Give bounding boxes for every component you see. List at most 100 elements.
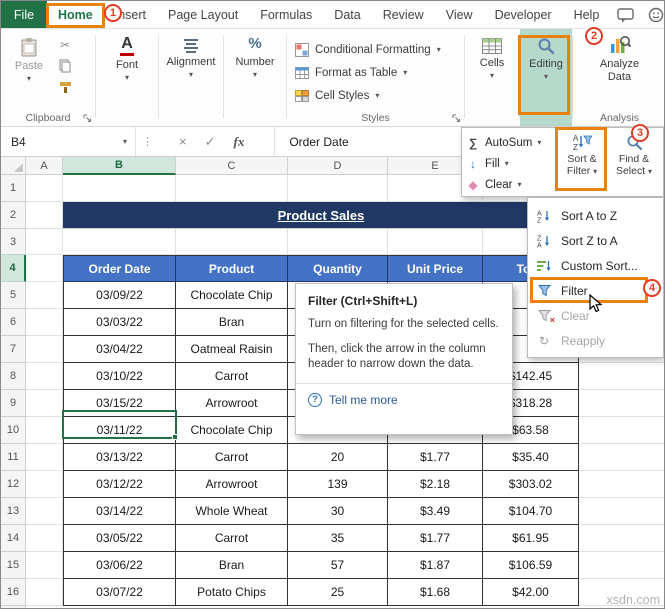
table-cell[interactable]: $3.49	[388, 498, 483, 525]
row-header[interactable]: 4	[1, 255, 26, 282]
conditional-formatting-button[interactable]: Conditional Formatting ▾	[295, 40, 441, 60]
select-all-corner[interactable]	[1, 157, 26, 175]
row-header[interactable]: 14	[1, 525, 26, 552]
table-cell[interactable]	[26, 498, 63, 525]
table-cell[interactable]	[26, 525, 63, 552]
table-cell[interactable]	[288, 175, 388, 202]
table-cell[interactable]: $1.77	[388, 444, 483, 471]
tab-formulas[interactable]: Formulas	[249, 1, 323, 28]
table-cell[interactable]: Chocolate Chip	[176, 417, 288, 444]
name-box[interactable]: B4 ▾	[1, 127, 136, 156]
table-cell[interactable]: 20	[288, 444, 388, 471]
table-cell[interactable]: 03/07/22	[63, 579, 176, 606]
table-cell[interactable]: 03/12/22	[63, 471, 176, 498]
table-cell[interactable]: $1.87	[388, 552, 483, 579]
table-cell[interactable]: Carrot	[176, 363, 288, 390]
table-cell[interactable]	[26, 282, 63, 309]
menu-item-sort-a-to-z[interactable]: AZ Sort A to Z	[528, 203, 663, 228]
table-cell[interactable]	[579, 390, 664, 417]
table-cell[interactable]: 03/06/22	[63, 552, 176, 579]
tab-view[interactable]: View	[435, 1, 484, 28]
table-cell[interactable]	[388, 229, 483, 255]
table-cell[interactable]: Carrot	[176, 444, 288, 471]
styles-dialog-launcher-icon[interactable]	[452, 114, 461, 123]
tell-me-more-link[interactable]: ? Tell me more	[308, 392, 500, 407]
sheet-title[interactable]: Product Sales	[63, 202, 579, 229]
table-cell[interactable]	[63, 175, 176, 202]
tab-review[interactable]: Review	[372, 1, 435, 28]
row-header[interactable]: 15	[1, 552, 26, 579]
column-header-a[interactable]: A	[26, 157, 63, 175]
copy-icon[interactable]	[59, 59, 71, 73]
table-cell[interactable]: Bran	[176, 309, 288, 336]
table-cell[interactable]	[26, 552, 63, 579]
cut-icon[interactable]: ✂	[60, 39, 70, 51]
clipboard-dialog-launcher-icon[interactable]	[83, 114, 92, 123]
font-group-button[interactable]: A Font ▾	[96, 35, 158, 82]
table-cell[interactable]	[26, 471, 63, 498]
tab-developer[interactable]: Developer	[484, 1, 563, 28]
table-cell[interactable]: Oatmeal Raisin	[176, 336, 288, 363]
header-cell-unit-price[interactable]: Unit Price	[388, 255, 483, 282]
table-cell[interactable]: 03/09/22	[63, 282, 176, 309]
row-header[interactable]: 7	[1, 336, 26, 363]
table-cell[interactable]: 139	[288, 471, 388, 498]
table-cell[interactable]	[579, 525, 664, 552]
cancel-icon[interactable]: ×	[179, 134, 187, 149]
row-header[interactable]: 11	[1, 444, 26, 471]
insert-function-icon[interactable]: fx	[234, 134, 245, 150]
table-cell[interactable]	[26, 444, 63, 471]
table-cell[interactable]: $303.02	[483, 471, 579, 498]
clear-button[interactable]: ◆ Clear ▾	[466, 174, 556, 195]
fill-button[interactable]: ↓ Fill ▾	[466, 153, 556, 174]
table-cell[interactable]: Arrowroot	[176, 471, 288, 498]
row-header[interactable]: 3	[1, 229, 26, 255]
table-cell[interactable]: $35.40	[483, 444, 579, 471]
paste-button[interactable]: Paste ▾	[9, 37, 49, 83]
autosum-button[interactable]: ∑ AutoSum ▾	[466, 132, 556, 153]
table-cell[interactable]	[26, 390, 63, 417]
table-cell[interactable]: $106.59	[483, 552, 579, 579]
table-cell[interactable]: Whole Wheat	[176, 498, 288, 525]
table-cell[interactable]: 57	[288, 552, 388, 579]
row-header[interactable]: 16	[1, 579, 26, 606]
table-cell[interactable]: Potato Chips	[176, 579, 288, 606]
table-cell[interactable]	[579, 471, 664, 498]
table-cell[interactable]	[579, 444, 664, 471]
table-cell[interactable]	[579, 363, 664, 390]
column-header-b[interactable]: B	[63, 157, 176, 175]
formula-bar-value[interactable]: Order Date	[274, 127, 349, 156]
row-header[interactable]: 10	[1, 417, 26, 444]
table-cell[interactable]	[579, 498, 664, 525]
table-cell[interactable]: $1.77	[388, 525, 483, 552]
header-cell-order-date[interactable]: Order Date	[63, 255, 176, 282]
table-cell[interactable]: 25	[288, 579, 388, 606]
table-cell[interactable]: 03/04/22	[63, 336, 176, 363]
table-cell[interactable]	[26, 336, 63, 363]
column-header-c[interactable]: C	[176, 157, 288, 175]
header-cell-quantity[interactable]: Quantity	[288, 255, 388, 282]
table-cell[interactable]: 03/11/22	[63, 417, 176, 444]
table-cell[interactable]: 35	[288, 525, 388, 552]
table-cell[interactable]: 30	[288, 498, 388, 525]
row-header[interactable]: 12	[1, 471, 26, 498]
table-cell[interactable]: 03/15/22	[63, 390, 176, 417]
cells-group-button[interactable]: Cells ▾	[465, 35, 519, 80]
row-header[interactable]: 13	[1, 498, 26, 525]
table-cell[interactable]: $42.00	[483, 579, 579, 606]
table-cell[interactable]	[176, 175, 288, 202]
format-as-table-button[interactable]: Format as Table ▾	[295, 63, 407, 83]
table-cell[interactable]	[579, 417, 664, 444]
table-cell[interactable]	[26, 363, 63, 390]
feedback-smiley-icon[interactable]	[648, 7, 664, 23]
tab-file[interactable]: File	[1, 1, 47, 28]
number-group-button[interactable]: % Number ▾	[224, 35, 286, 79]
comments-icon[interactable]	[617, 7, 634, 23]
table-cell[interactable]	[26, 579, 63, 606]
table-cell[interactable]	[26, 417, 63, 444]
row-header[interactable]: 9	[1, 390, 26, 417]
table-cell[interactable]: Carrot	[176, 525, 288, 552]
menu-item-sort-z-to-a[interactable]: ZA Sort Z to A	[528, 228, 663, 253]
sort-filter-button[interactable]: AZ Sort & Filter ▾	[558, 131, 606, 193]
menu-item-custom-sort[interactable]: Custom Sort...	[528, 253, 663, 278]
